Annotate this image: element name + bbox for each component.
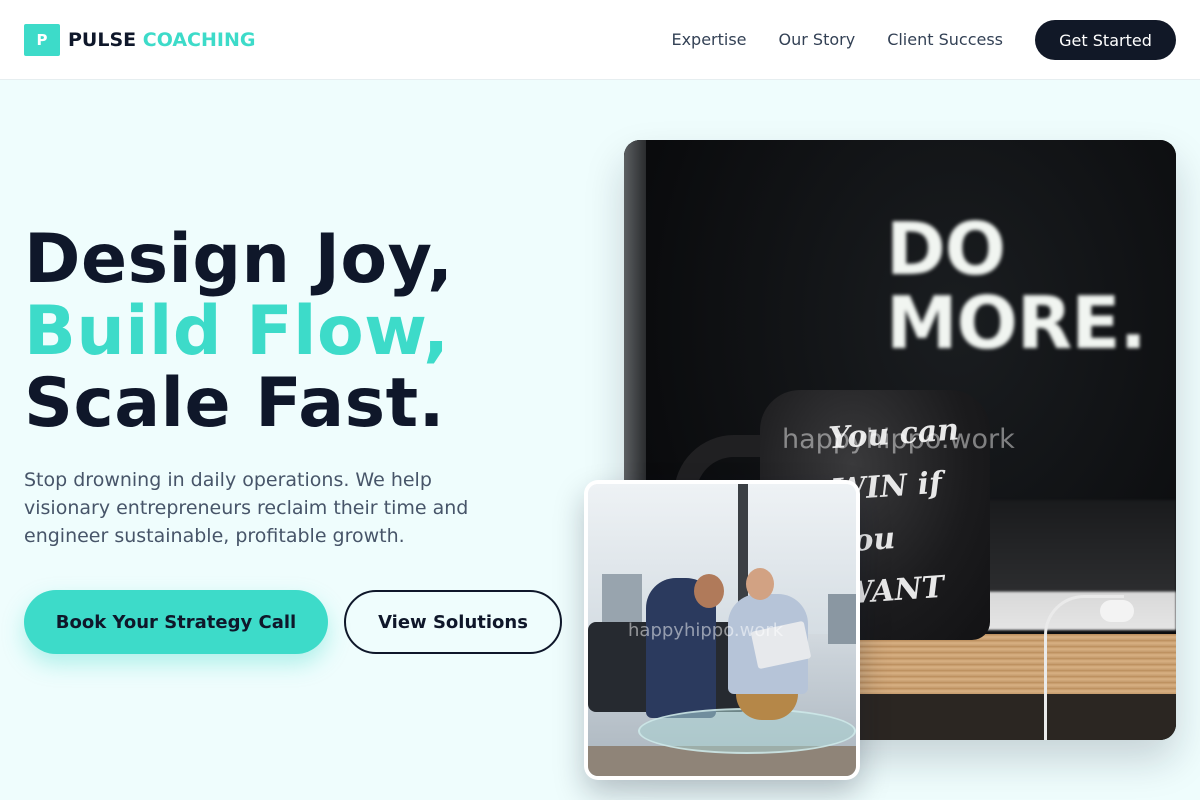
logo-word-pulse: PULSE xyxy=(68,29,137,51)
logo-text: PULSE COACHING xyxy=(68,29,255,51)
book-strategy-call-button[interactable]: Book Your Strategy Call xyxy=(24,590,328,654)
site-header: P PULSE COACHING Expertise Our Story Cli… xyxy=(0,0,1200,80)
nav-link-our-story[interactable]: Our Story xyxy=(779,20,856,60)
overlay-image-watermark: happyhippo.work xyxy=(628,620,784,641)
hero-overlay-image: happyhippo.work xyxy=(584,480,860,780)
view-solutions-button[interactable]: View Solutions xyxy=(344,590,562,654)
headline-line-1: Design Joy, xyxy=(24,220,454,299)
logo-word-coaching: COACHING xyxy=(142,29,256,51)
hero-headline: Design Joy, Build Flow, Scale Fast. xyxy=(24,224,454,440)
headline-line-2: Build Flow, xyxy=(24,292,450,371)
logo-mark-icon: P xyxy=(24,24,60,56)
main-nav: Expertise Our Story Client Success Get S… xyxy=(671,20,1176,60)
get-started-button[interactable]: Get Started xyxy=(1035,20,1176,60)
headline-line-3: Scale Fast. xyxy=(24,364,445,443)
nav-link-client-success[interactable]: Client Success xyxy=(887,20,1003,60)
nav-link-expertise[interactable]: Expertise xyxy=(671,20,746,60)
hero-subtext: Stop drowning in daily operations. We he… xyxy=(24,469,469,547)
do-more-sign: DO MORE. xyxy=(886,207,1147,365)
main-image-watermark: happyhippo.work xyxy=(782,424,1015,455)
logo[interactable]: P PULSE COACHING xyxy=(24,24,255,56)
earbud xyxy=(1100,600,1134,622)
